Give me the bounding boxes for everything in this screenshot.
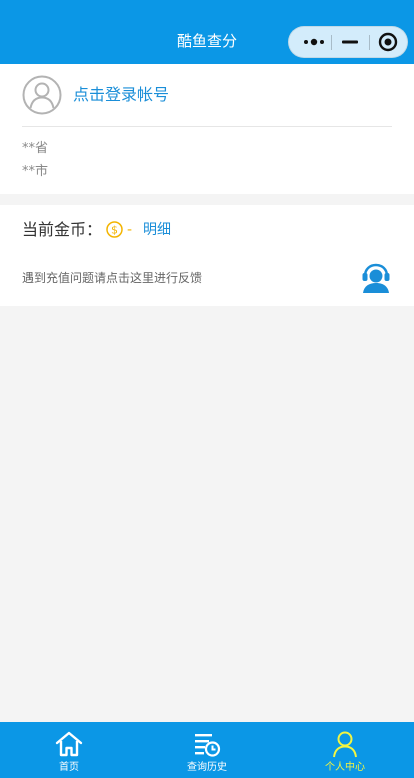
feedback-link[interactable]: 遇到充值问题请点击这里进行反馈	[22, 269, 202, 287]
minimize-button[interactable]	[333, 27, 367, 57]
minus-icon	[342, 40, 358, 44]
coin-icon: $	[106, 221, 123, 238]
user-icon	[333, 731, 357, 758]
coins-card: 当前金币： $ - 明细 遇到充值问题请点击这里进行反馈	[0, 205, 414, 306]
coins-detail-link[interactable]: 明细	[143, 219, 171, 241]
more-options-button[interactable]	[297, 27, 331, 57]
top-navbar: 酷鱼查分	[0, 0, 414, 64]
capsule-divider	[369, 35, 370, 50]
tab-home-label: 首页	[59, 762, 79, 773]
svg-text:$: $	[111, 224, 118, 237]
close-miniprogram-button[interactable]	[371, 27, 405, 57]
tab-home[interactable]: 首页	[0, 722, 138, 778]
home-icon	[55, 731, 83, 757]
divider	[22, 126, 392, 127]
tab-profile-label: 个人中心	[325, 762, 365, 773]
capsule-divider	[331, 35, 332, 50]
bottom-tabbar: 首页 查询历史 个人中心	[0, 722, 414, 778]
tab-history[interactable]: 查询历史	[138, 722, 276, 778]
miniprogram-capsule	[288, 26, 408, 58]
province-text: **省	[22, 141, 49, 156]
city-text: **市	[22, 164, 49, 179]
coins-label: 当前金币：	[22, 220, 103, 239]
tab-history-label: 查询历史	[187, 762, 227, 773]
history-icon	[195, 734, 221, 757]
more-dots-icon	[304, 38, 324, 46]
coins-value: -	[127, 222, 133, 238]
tab-profile[interactable]: 个人中心	[276, 722, 414, 778]
profile-card: 点击登录帐号 **省 **市	[0, 64, 414, 194]
login-link[interactable]: 点击登录帐号	[73, 84, 169, 106]
avatar-icon[interactable]	[22, 75, 62, 115]
target-close-icon	[378, 32, 398, 52]
customer-service-icon[interactable]	[360, 263, 392, 293]
